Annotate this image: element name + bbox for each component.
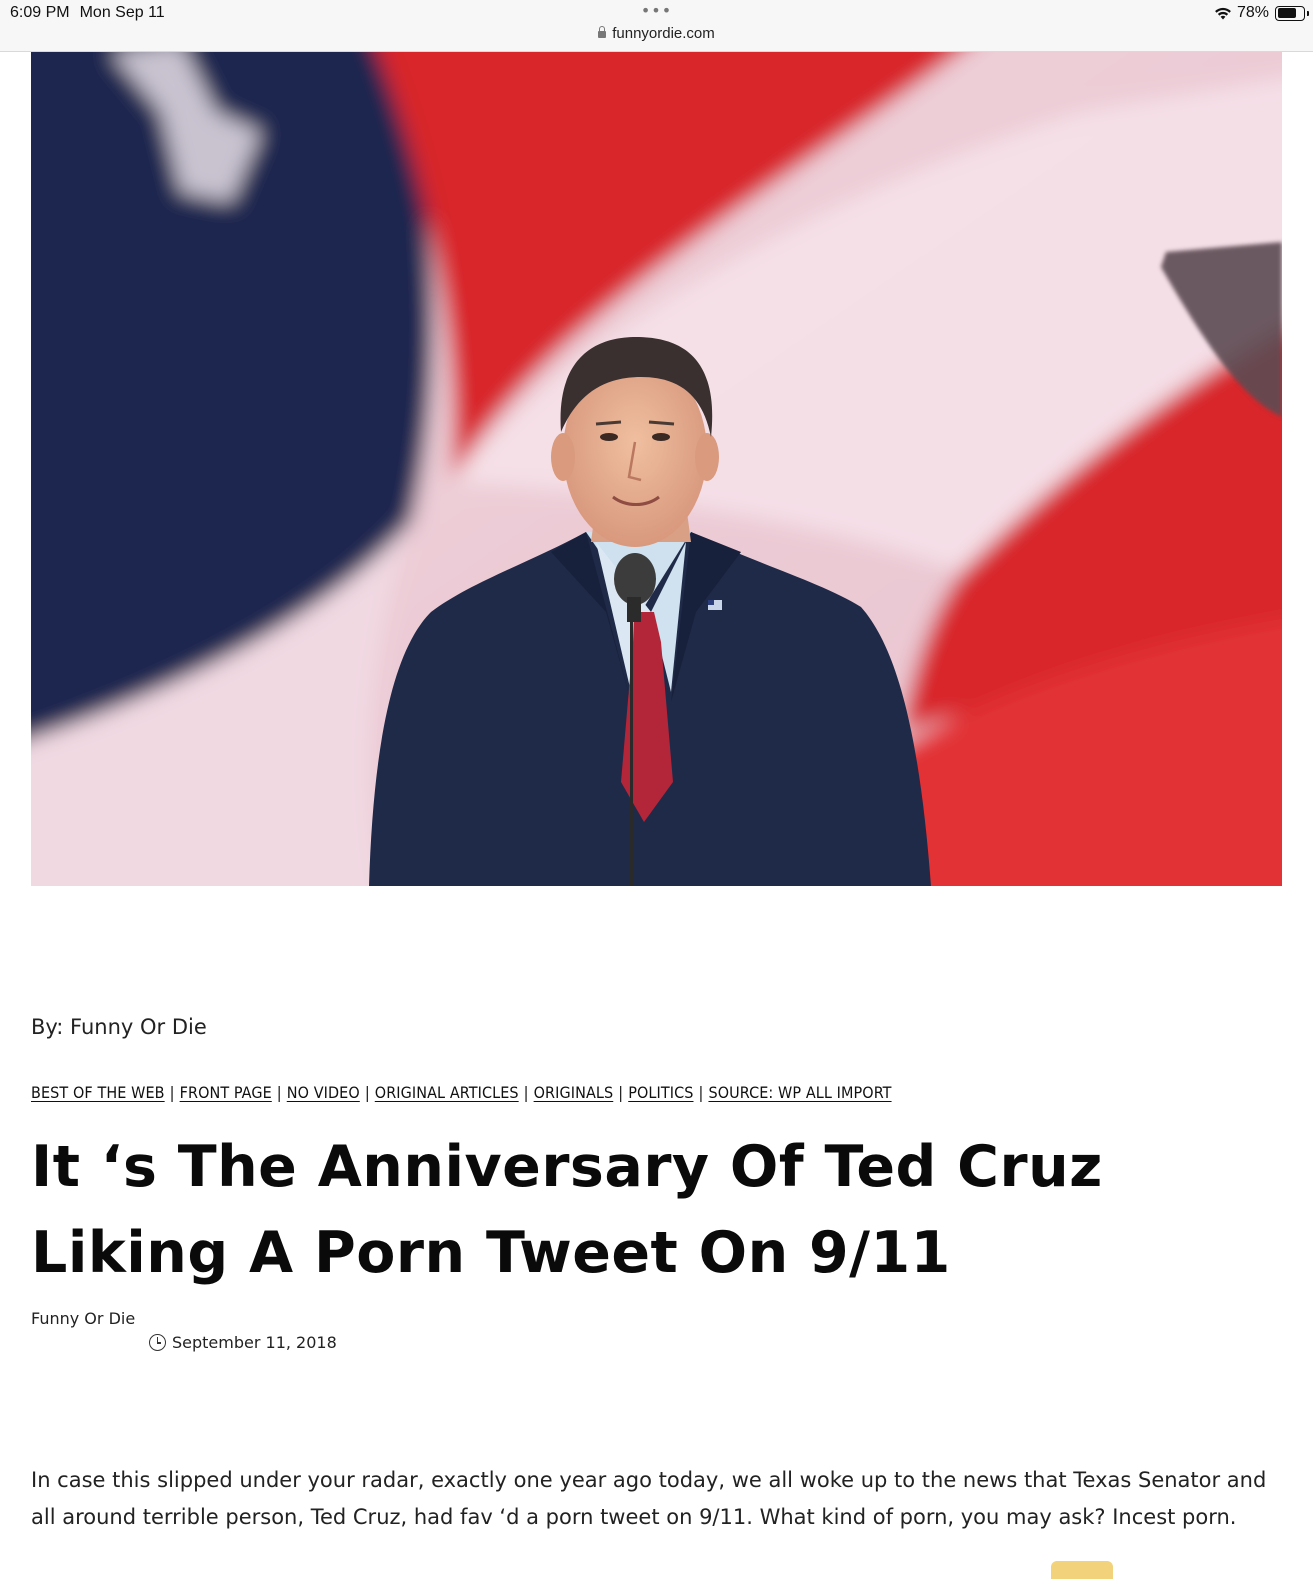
battery-fill [1277,8,1297,18]
lock-icon [598,26,607,38]
article-date: September 11, 2018 [149,1333,337,1352]
category-link-original-articles[interactable]: ORIGINAL ARTICLES [375,1083,519,1102]
category-separator: | [618,1083,624,1102]
article-date-text: September 11, 2018 [172,1333,337,1352]
address-url: funnyordie.com [612,25,715,42]
category-link-best-of-the-web[interactable]: BEST OF THE WEB [31,1083,165,1102]
address-bar[interactable]: funnyordie.com [0,25,1313,42]
hero-photo [31,52,1282,886]
status-bar: 6:09 PM Mon Sep 11 ••• funnyordie.com 78% [0,0,1313,52]
clock-icon [149,1334,166,1351]
floating-badge[interactable] [1051,1561,1113,1579]
category-links: BEST OF THE WEB | FRONT PAGE | NO VIDEO | ORIG… [31,1083,892,1102]
battery-icon [1275,5,1309,21]
headline-line-1: It ‘s The Anniversary Of Ted Cruz [31,1134,1103,1200]
category-link-front-page[interactable]: FRONT PAGE [180,1083,272,1102]
wifi-icon [1215,7,1231,20]
headline-line-2: Liking A Porn Tweet On 9/11 [31,1220,951,1286]
category-separator: | [364,1083,370,1102]
battery-percent: 78% [1236,4,1269,21]
category-link-politics[interactable]: POLITICS [628,1083,693,1102]
article-headline: It ‘s The Anniversary Of Ted Cruz Liking… [31,1124,1231,1296]
tab-overview-dots[interactable]: ••• [0,0,1313,22]
category-link-originals[interactable]: ORIGINALS [534,1083,614,1102]
category-separator: | [523,1083,529,1102]
hero-illustration [31,52,1282,886]
category-link-no-video[interactable]: NO VIDEO [287,1083,360,1102]
status-indicators: 78% [1213,4,1309,22]
article-body-paragraph: In case this slipped under your radar, e… [31,1468,1267,1529]
category-separator: | [698,1083,704,1102]
article-byline: By: Funny Or Die [31,1015,207,1039]
category-link-source-wp-all-import[interactable]: SOURCE: WP ALL IMPORT [708,1083,891,1102]
category-separator: | [169,1083,175,1102]
article-author[interactable]: Funny Or Die [31,1309,135,1328]
category-separator: | [276,1083,282,1102]
